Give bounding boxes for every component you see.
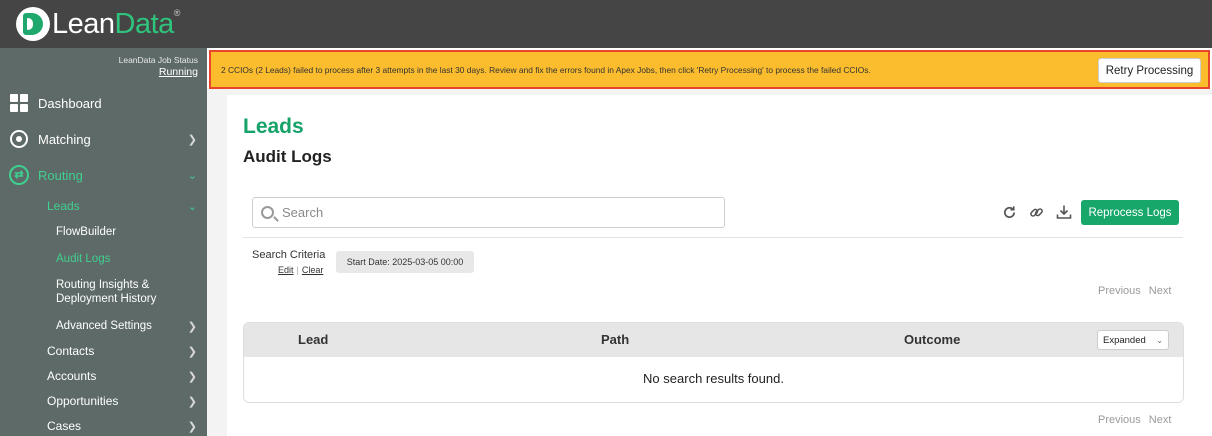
sidebar-item-label: FlowBuilder <box>56 226 117 238</box>
chevron-down-icon: ⌄ <box>187 200 197 213</box>
chevron-right-icon: ❯ <box>187 345 197 358</box>
sidebar-item-label: Advanced Settings <box>56 320 152 332</box>
pager-top: Previous Next <box>1090 285 1171 297</box>
link-icon[interactable] <box>1027 203 1045 221</box>
next-page-link[interactable]: Next <box>1149 285 1172 297</box>
sidebar-item-label: Leads <box>47 199 80 213</box>
search-input[interactable] <box>282 205 702 220</box>
next-page-link[interactable]: Next <box>1149 414 1172 426</box>
table-header: Lead Path Outcome Expanded ⌄ <box>244 323 1183 357</box>
sidebar-item-label: Opportunities <box>47 394 119 408</box>
sidebar-item-routing-insights[interactable]: Routing Insights & Deployment History <box>0 278 207 308</box>
audit-log-table: Lead Path Outcome Expanded ⌄ No search r… <box>243 322 1184 403</box>
criteria-actions: Edit | Clear <box>278 265 324 275</box>
sidebar-item-cases[interactable]: Cases ❯ <box>0 414 207 436</box>
pager-bottom: Previous Next <box>1090 414 1171 426</box>
retry-processing-button[interactable]: Retry Processing <box>1098 58 1201 83</box>
logo-icon <box>16 7 50 41</box>
chevron-down-icon: ⌄ <box>1156 335 1163 345</box>
top-bar: LeanData® <box>0 0 1212 48</box>
sidebar-item-leads[interactable]: Leads ⌄ <box>0 194 207 218</box>
column-header-path[interactable]: Path <box>601 332 629 347</box>
sidebar-item-label: Deployment History <box>56 293 157 305</box>
warning-banner: 2 CCIOs (2 Leads) failed to process afte… <box>209 50 1210 89</box>
sidebar-item-flowbuilder[interactable]: FlowBuilder <box>0 220 207 244</box>
sidebar-item-advanced-settings[interactable]: Advanced Settings ❯ <box>0 314 207 338</box>
view-mode-value: Expanded <box>1103 334 1146 346</box>
sidebar-item-accounts[interactable]: Accounts ❯ <box>0 364 207 388</box>
start-date-filter-pill[interactable]: Start Date: 2025-03-05 00:00 <box>336 251 474 273</box>
logo-text: LeanData® <box>52 7 180 40</box>
empty-results-message: No search results found. <box>643 371 784 386</box>
sidebar-item-label: Accounts <box>47 369 97 383</box>
column-header-lead[interactable]: Lead <box>298 332 328 347</box>
sidebar-item-routing[interactable]: ⇄ Routing ⌄ <box>0 158 207 192</box>
sidebar-item-label: Dashboard <box>38 95 102 111</box>
sidebar-item-contacts[interactable]: Contacts ❯ <box>0 339 207 363</box>
dashboard-icon <box>9 93 29 113</box>
sidebar-item-label: Matching <box>38 131 91 147</box>
search-criteria-label: Search Criteria <box>252 249 326 261</box>
chevron-right-icon: ❯ <box>187 370 197 383</box>
sidebar-item-label: Routing <box>38 167 83 183</box>
edit-criteria-link[interactable]: Edit <box>278 265 294 275</box>
page-subtitle: Audit Logs <box>243 147 332 166</box>
job-status: LeanData Job Status Running <box>0 48 207 86</box>
chevron-right-icon: ❯ <box>187 320 197 333</box>
banner-message: 2 CCIOs (2 Leads) failed to process afte… <box>221 64 871 75</box>
sidebar-item-label: Audit Logs <box>56 253 111 265</box>
chevron-down-icon: ⌄ <box>187 169 197 182</box>
sidebar: LeanData Job Status Running Dashboard Ma… <box>0 48 207 436</box>
refresh-icon[interactable] <box>1000 203 1018 221</box>
job-status-title: LeanData Job Status <box>118 55 198 65</box>
chevron-right-icon: ❯ <box>187 420 197 433</box>
routing-icon: ⇄ <box>9 165 29 185</box>
previous-page-link[interactable]: Previous <box>1098 414 1141 426</box>
divider <box>243 237 1183 238</box>
sidebar-item-dashboard[interactable]: Dashboard <box>0 86 207 120</box>
view-mode-select[interactable]: Expanded ⌄ <box>1097 330 1169 350</box>
reprocess-logs-button[interactable]: Reprocess Logs <box>1081 200 1179 225</box>
chevron-right-icon: ❯ <box>187 395 197 408</box>
column-header-outcome[interactable]: Outcome <box>904 332 960 347</box>
sidebar-item-opportunities[interactable]: Opportunities ❯ <box>0 389 207 413</box>
chevron-right-icon: ❯ <box>187 133 197 146</box>
clear-criteria-link[interactable]: Clear <box>302 265 324 275</box>
job-status-link[interactable]: Running <box>0 66 198 78</box>
sidebar-item-label: Routing Insights & <box>56 279 150 291</box>
sidebar-item-audit-logs[interactable]: Audit Logs <box>0 247 207 271</box>
download-icon[interactable] <box>1055 203 1073 221</box>
sidebar-item-label: Contacts <box>47 344 95 358</box>
search-icon <box>261 206 274 219</box>
page-title: Leads <box>243 115 304 138</box>
sidebar-item-matching[interactable]: Matching ❯ <box>0 122 207 156</box>
leandata-logo[interactable]: LeanData® <box>16 7 180 41</box>
sidebar-item-label: Cases <box>47 419 82 433</box>
search-box[interactable] <box>252 197 725 228</box>
previous-page-link[interactable]: Previous <box>1098 285 1141 297</box>
target-icon <box>9 129 29 149</box>
